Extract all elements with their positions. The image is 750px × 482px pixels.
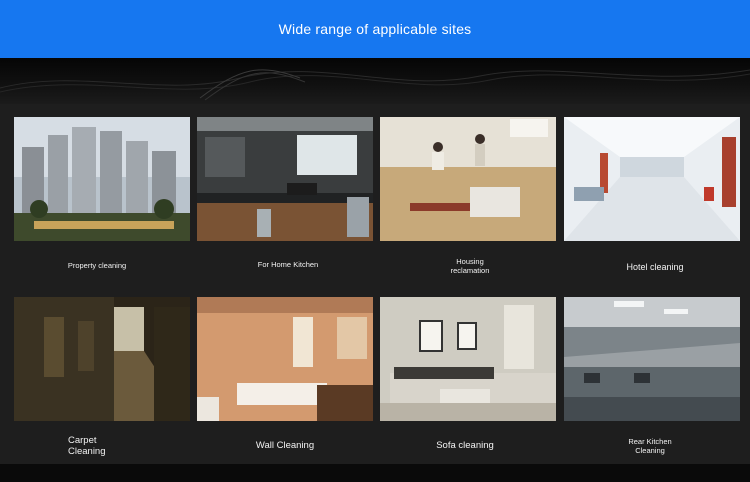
site-image-property — [14, 117, 190, 241]
site-image-housing — [380, 117, 556, 241]
caption-sofa: Sofa cleaning — [436, 440, 494, 451]
caption-rear-kitchen: Rear Kitchen Cleaning — [628, 437, 672, 455]
residential-towers-photo — [14, 117, 190, 241]
site-image-sofa — [380, 297, 556, 421]
caption-home-kitchen: For Home Kitchen — [257, 260, 319, 269]
site-image-rear-kitchen — [564, 297, 740, 421]
living-room-sofa-photo — [380, 297, 556, 421]
caption-housing: Housing reclamation — [450, 257, 490, 275]
site-image-wall — [197, 297, 373, 421]
home-kitchen-photo — [197, 117, 373, 241]
site-image-hotel — [564, 117, 740, 241]
housing-renovation-photo — [380, 117, 556, 241]
hotel-corridor-photo — [564, 117, 740, 241]
commercial-kitchen-photo — [564, 297, 740, 421]
decorative-wave-band — [0, 58, 750, 104]
site-image-home-kitchen — [197, 117, 373, 241]
page-title: Wide range of applicable sites — [278, 21, 472, 37]
site-image-carpet — [14, 297, 190, 421]
tiled-bathroom-photo — [197, 297, 373, 421]
caption-wall: Wall Cleaning — [255, 440, 315, 451]
carpeted-hallway-photo — [14, 297, 190, 421]
caption-hotel: Hotel cleaning — [626, 262, 684, 272]
header-banner: Wide range of applicable sites — [0, 0, 750, 58]
bottom-strip — [0, 464, 750, 482]
wave-decoration — [0, 69, 750, 101]
caption-property: Property cleaning — [67, 261, 127, 270]
